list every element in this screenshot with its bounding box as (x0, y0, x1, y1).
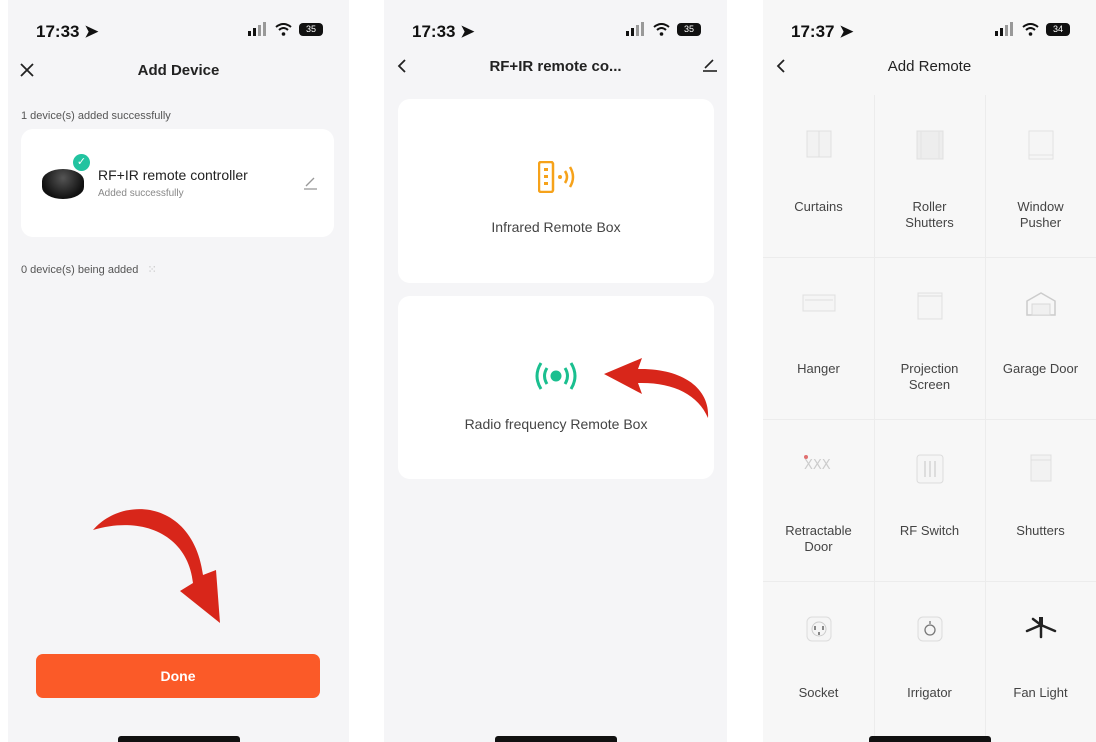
projection-screen-icon (917, 292, 942, 320)
cellular-icon (995, 22, 1013, 36)
remote-item-retractable-door[interactable]: XXX Retractable Door (763, 419, 874, 581)
cellular-icon (248, 22, 266, 36)
device-image (42, 169, 84, 199)
edit-icon[interactable] (702, 57, 718, 73)
remote-item-curtains[interactable]: Curtains (763, 95, 874, 257)
add-remote-screen: 17:37 ➤ 34 Add Remote Curtains Roller Shu… (763, 0, 1096, 742)
done-button[interactable]: Done (36, 654, 320, 698)
remote-item-label: Curtains (794, 199, 843, 214)
remote-item-hanger[interactable]: Hanger (763, 257, 874, 419)
remote-item-label: RF Switch (899, 523, 960, 538)
added-count-text: 1 device(s) added successfully (21, 110, 171, 122)
remote-item-window-pusher[interactable]: Window Pusher (985, 95, 1096, 257)
remote-item-label: Shutters (1016, 523, 1065, 538)
hanger-icon (802, 294, 835, 312)
success-check-icon: ✓ (73, 154, 90, 171)
remote-item-label: Garage Door (1002, 361, 1079, 376)
remote-item-projection-screen[interactable]: Projection Screen (874, 257, 985, 419)
shutters-icon (1030, 454, 1051, 482)
remote-item-label: Fan Light (1013, 685, 1068, 700)
window-pusher-icon (1028, 130, 1053, 160)
remote-type-screen: 17:33 ➤ 35 RF+IR remote co... Infrared R… (384, 0, 727, 742)
remote-item-socket[interactable]: Socket (763, 581, 874, 742)
remote-item-label: Hanger (797, 361, 840, 376)
add-device-screen: 17:33 ➤ 35 Add Device 1 device(s) added … (8, 0, 349, 742)
status-bar: 17:37 ➤ 34 (763, 20, 1096, 44)
adding-count-text: 0 device(s) being added ⁙ (21, 264, 157, 276)
rf-remote-option[interactable]: Radio frequency Remote Box (398, 296, 714, 479)
svg-text:XXX: XXX (804, 458, 831, 473)
home-indicator (117, 736, 240, 742)
arrow-annotation (604, 358, 709, 418)
irrigator-icon (917, 616, 942, 642)
remote-item-label: Window Pusher (1017, 199, 1064, 230)
status-bar: 17:33 ➤ 35 (384, 20, 727, 44)
device-status: Added successfully (98, 188, 184, 199)
page-title: Add Device (137, 62, 220, 79)
remote-item-label: Roller Shutters (905, 199, 954, 230)
remote-item-shutters[interactable]: Shutters (985, 419, 1096, 581)
loading-spinner-icon: ⁙ (147, 264, 157, 276)
home-indicator (868, 736, 991, 742)
battery-icon: 35 (677, 22, 701, 36)
page-title: Add Remote (887, 58, 972, 75)
garage-door-icon (1025, 292, 1056, 316)
status-bar: 17:33 ➤ 35 (8, 20, 349, 44)
wifi-icon (275, 22, 292, 36)
edit-icon[interactable] (303, 175, 318, 190)
remote-item-roller-shutters[interactable]: Roller Shutters (874, 95, 985, 257)
remote-item-fan-light[interactable]: Fan Light (985, 581, 1096, 742)
remote-item-label: Retractable Door (785, 523, 852, 554)
remote-item-label: Socket (798, 685, 839, 700)
battery-icon: 34 (1046, 22, 1070, 36)
status-time: 17:37 ➤ (791, 22, 854, 41)
infrared-remote-label: Infrared Remote Box (491, 219, 621, 235)
curtains-icon (806, 130, 831, 158)
remote-item-label: Irrigator (907, 685, 952, 700)
home-indicator (494, 736, 617, 742)
status-time: 17:33 ➤ (36, 22, 99, 41)
device-name: RF+IR remote controller (98, 167, 248, 183)
remote-item-label: Projection Screen (900, 361, 959, 392)
device-card[interactable]: ✓ RF+IR remote controller Added successf… (21, 129, 334, 237)
infrared-remote-icon (538, 161, 575, 193)
socket-icon (806, 616, 831, 642)
wifi-icon (1022, 22, 1039, 36)
cellular-icon (626, 22, 644, 36)
battery-icon: 35 (299, 22, 323, 36)
roller-shutters-icon (916, 130, 943, 160)
remote-item-irrigator[interactable]: Irrigator (874, 581, 985, 742)
remote-item-rf-switch[interactable]: RF Switch (874, 419, 985, 581)
radio-frequency-icon (535, 362, 577, 390)
wifi-icon (653, 22, 670, 36)
arrow-annotation (93, 509, 220, 623)
retractable-door-icon: XXX (803, 455, 831, 473)
status-time: 17:33 ➤ (412, 22, 475, 41)
remote-item-garage-door[interactable]: Garage Door (985, 257, 1096, 419)
infrared-remote-option[interactable]: Infrared Remote Box (398, 99, 714, 283)
rf-switch-icon (916, 454, 943, 484)
page-title: RF+IR remote co... (489, 58, 622, 75)
fan-light-icon (1025, 617, 1056, 639)
